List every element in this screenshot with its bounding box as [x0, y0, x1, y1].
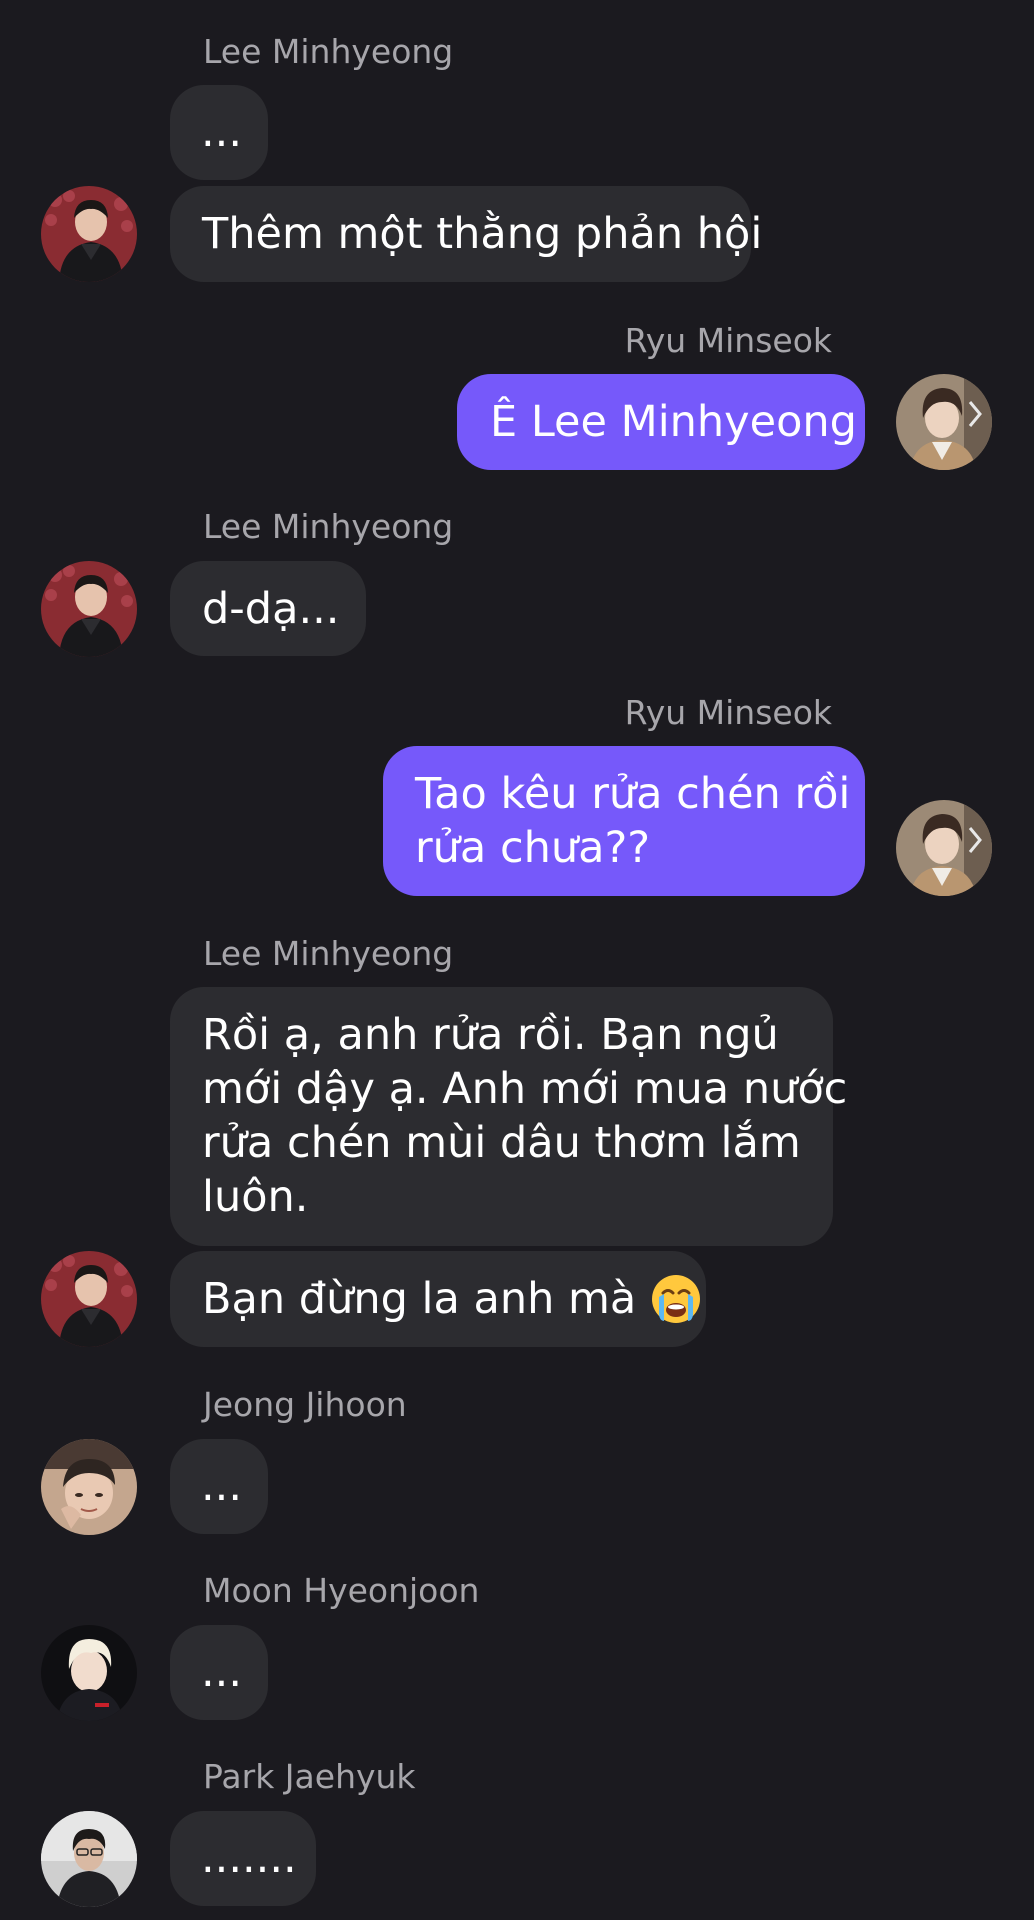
message-text: rửa chén mùi dâu thơm lắm — [202, 1118, 801, 1168]
message-text: Thêm một thằng phản hội — [202, 209, 763, 259]
message-bubble[interactable]: Ê Lee Minhyeong — [457, 374, 865, 470]
avatar-ryu-minseok[interactable] — [896, 374, 992, 470]
message-text: Tao kêu rửa chén rồi — [415, 769, 851, 819]
sender-name: Park Jaehyuk — [203, 1757, 416, 1796]
message-bubble[interactable]: d-dạ... — [170, 561, 366, 656]
sender-name: Lee Minhyeong — [203, 934, 454, 973]
message-text: ....... — [201, 1833, 297, 1883]
message-text: ... — [201, 107, 243, 157]
avatar-ryu-minseok[interactable] — [896, 800, 992, 896]
avatar-jeong-jihoon[interactable] — [41, 1439, 137, 1535]
avatar-moon-hyeonjoon[interactable] — [41, 1625, 137, 1721]
sender-name: Lee Minhyeong — [203, 507, 454, 546]
message-text: ... — [201, 1647, 243, 1697]
message-text: Rồi ạ, anh rửa rồi. Bạn ngủ — [202, 1010, 779, 1060]
avatar-lee-minhyeong[interactable] — [41, 561, 137, 657]
message-text: luôn. — [202, 1172, 309, 1222]
message-text: d-dạ... — [202, 584, 340, 634]
avatar-park-jaehyuk[interactable] — [41, 1811, 137, 1907]
message-bubble[interactable]: ... — [170, 85, 268, 180]
avatar-lee-minhyeong[interactable] — [41, 1251, 137, 1347]
loudly-crying-face-emoji — [650, 1273, 702, 1325]
message-bubble[interactable]: ... — [170, 1625, 268, 1720]
message-text: Ê Lee Minhyeong — [490, 397, 857, 447]
message-bubble[interactable]: ... — [170, 1439, 268, 1534]
chat-thread: Lee Minhyeong ... Thêm một thằng phản hộ… — [0, 0, 1034, 1920]
sender-name: Jeong Jihoon — [203, 1385, 407, 1424]
message-bubble[interactable]: Bạn đừng la anh mà — [170, 1251, 706, 1347]
sender-name: Ryu Minseok — [624, 321, 832, 360]
message-text: Bạn đừng la anh mà — [202, 1274, 637, 1324]
message-bubble[interactable]: Rồi ạ, anh rửa rồi. Bạn ngủ mới dậy ạ. A… — [170, 987, 848, 1246]
avatar-lee-minhyeong[interactable] — [41, 186, 137, 282]
message-text: rửa chưa?? — [415, 823, 651, 873]
message-bubble[interactable]: ....... — [170, 1811, 316, 1906]
sender-name: Moon Hyeonjoon — [203, 1571, 480, 1610]
message-bubble[interactable]: Thêm một thằng phản hội — [170, 186, 763, 282]
message-bubble[interactable]: Tao kêu rửa chén rồi rửa chưa?? — [383, 746, 865, 896]
message-text: ... — [201, 1461, 243, 1511]
sender-name: Ryu Minseok — [624, 693, 832, 732]
sender-name: Lee Minhyeong — [203, 32, 454, 71]
message-text: mới dậy ạ. Anh mới mua nước — [202, 1064, 848, 1114]
